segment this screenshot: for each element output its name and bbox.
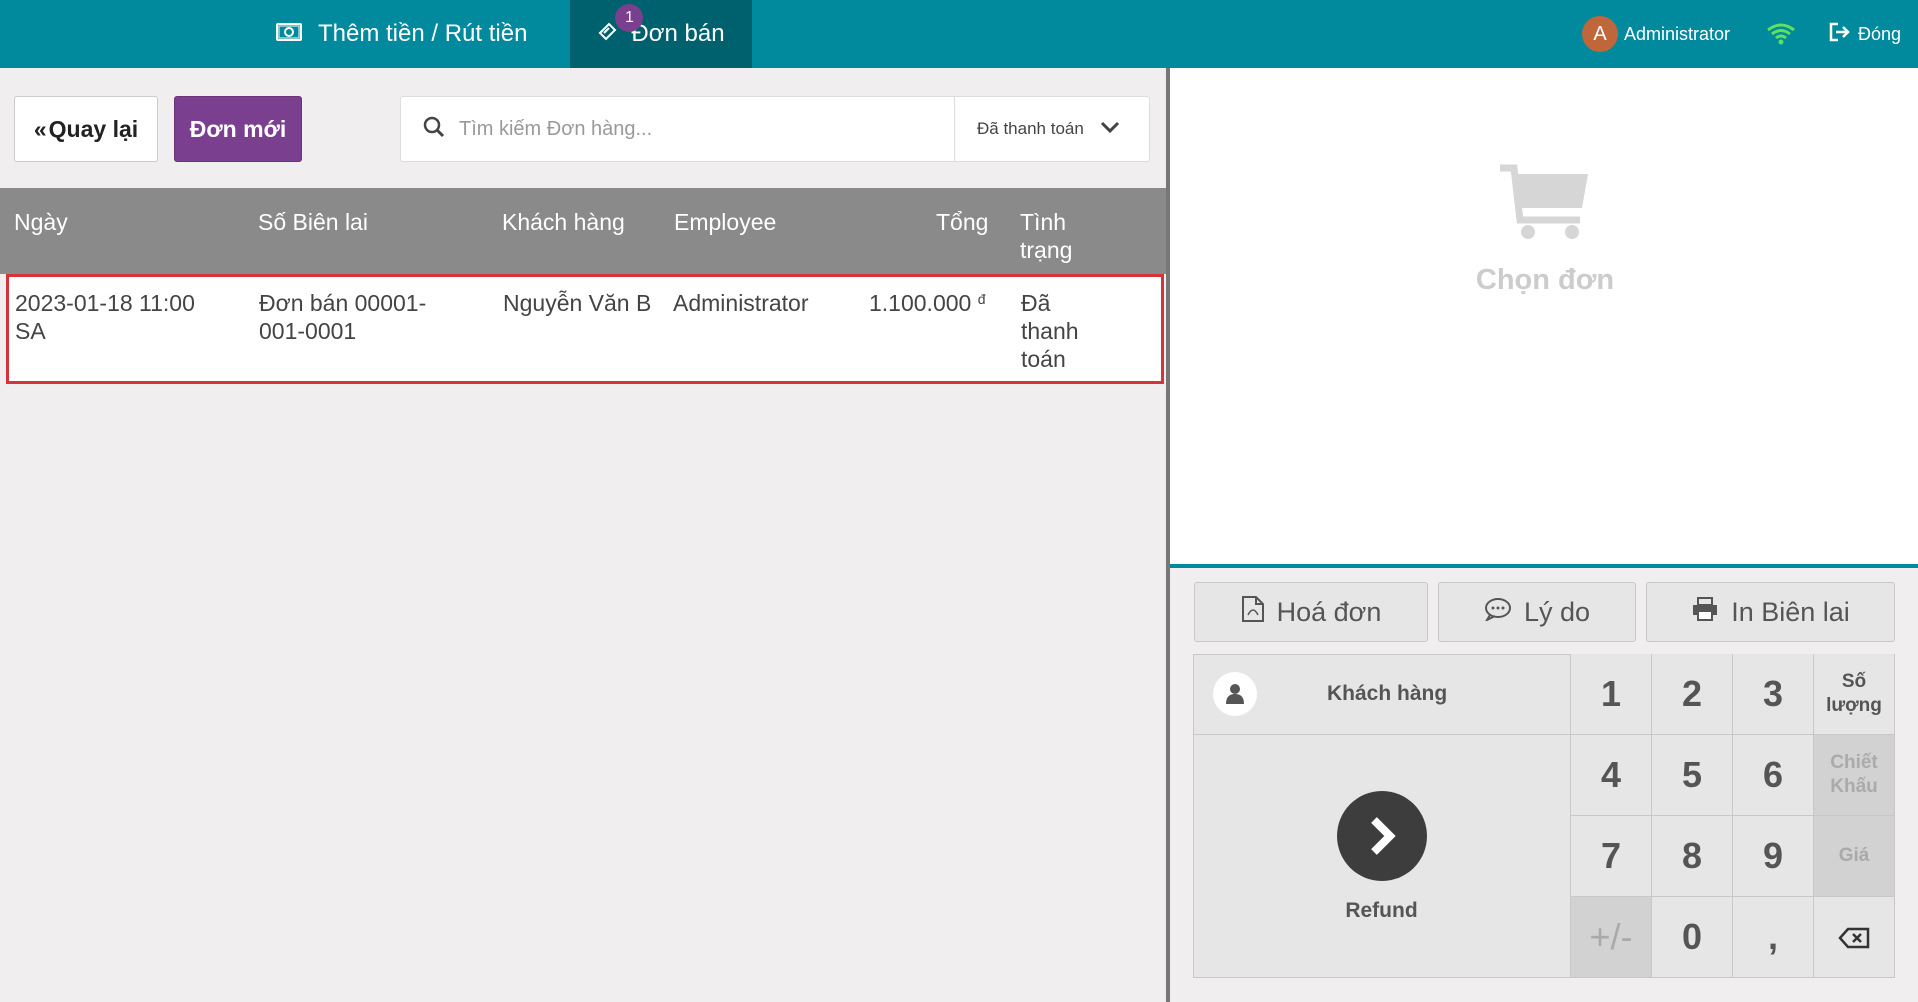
order-detail-pane bbox=[1170, 68, 1918, 564]
customer-button[interactable]: Khách hàng bbox=[1193, 654, 1571, 735]
backspace-button[interactable] bbox=[1814, 897, 1895, 978]
numpad-key-1[interactable]: 1 bbox=[1571, 654, 1652, 735]
orders-count-badge: 1 bbox=[615, 3, 644, 32]
avatar: A bbox=[1582, 16, 1618, 52]
column-header-total: Tổng bbox=[936, 209, 989, 235]
search-input[interactable] bbox=[459, 117, 954, 141]
orders-tab-label: Đơn bán bbox=[631, 20, 725, 47]
numpad-key-8[interactable]: 8 bbox=[1652, 816, 1733, 897]
search-icon bbox=[423, 116, 445, 143]
order-date: 2023-01-18 11:00 SA bbox=[15, 290, 195, 344]
shopping-cart-icon bbox=[1498, 164, 1592, 247]
order-employee: Administrator bbox=[673, 290, 809, 316]
search-bar: Đã thanh toán bbox=[400, 96, 1150, 162]
orders-list-pane: « Quay lại Đơn mới Đã thanh toán Ngày Số… bbox=[0, 68, 1166, 1002]
order-customer: Nguyễn Văn B bbox=[503, 290, 652, 316]
new-order-label: Đơn mới bbox=[189, 115, 287, 142]
user-menu[interactable]: A Administrator bbox=[1582, 0, 1730, 68]
invoice-button[interactable]: Hoá đơn bbox=[1194, 582, 1428, 642]
back-button[interactable]: « Quay lại bbox=[14, 96, 158, 162]
numpad-key-4[interactable]: 4 bbox=[1571, 735, 1652, 816]
quantity-mode-button[interactable]: Số lượng bbox=[1814, 654, 1895, 735]
chevron-right-icon bbox=[1336, 790, 1427, 881]
numpad-key-2[interactable]: 2 bbox=[1652, 654, 1733, 735]
close-label: Đóng bbox=[1858, 23, 1902, 44]
numpad-key-6[interactable]: 6 bbox=[1733, 735, 1814, 816]
currency-symbol: đ bbox=[977, 291, 986, 307]
status-filter-value: Đã thanh toán bbox=[977, 119, 1084, 138]
column-header-receipt: Số Biên lai bbox=[258, 209, 368, 235]
pdf-file-icon bbox=[1241, 595, 1265, 630]
close-button[interactable]: Đóng bbox=[1828, 0, 1901, 68]
numpad-key-3[interactable]: 3 bbox=[1733, 654, 1814, 735]
numpad-key-0[interactable]: 0 bbox=[1652, 897, 1733, 978]
order-total: 1.100.000 đ bbox=[869, 289, 986, 317]
refund-label: Refund bbox=[1345, 898, 1418, 922]
column-header-customer: Khách hàng bbox=[502, 209, 625, 235]
ticket-icon: 1 bbox=[597, 3, 644, 49]
numpad-key-sign[interactable]: +/- bbox=[1571, 897, 1652, 978]
wifi-icon[interactable] bbox=[1766, 0, 1796, 68]
chevron-down-icon bbox=[1100, 119, 1120, 139]
order-receipt-number: Đơn bán 00001-001-0001 bbox=[259, 290, 427, 344]
print-receipt-label: In Biên lai bbox=[1731, 596, 1850, 627]
double-chevron-left-icon: « bbox=[33, 115, 47, 142]
order-total-amount: 1.100.000 bbox=[869, 290, 972, 316]
numpad-key-comma[interactable]: , bbox=[1733, 897, 1814, 978]
customer-label: Khách hàng bbox=[1327, 682, 1448, 705]
orders-tab[interactable]: 1 Đơn bán bbox=[570, 0, 752, 68]
refund-button[interactable]: Refund bbox=[1193, 735, 1571, 978]
comment-icon bbox=[1484, 597, 1512, 628]
table-header: Ngày Số Biên lai Khách hàng Employee Tổn… bbox=[0, 188, 1166, 274]
back-label: Quay lại bbox=[48, 115, 139, 142]
cash-in-out-label: Thêm tiền / Rút tiền bbox=[318, 20, 528, 47]
reason-label: Lý do bbox=[1523, 596, 1591, 627]
printer-icon bbox=[1691, 596, 1719, 628]
money-icon bbox=[276, 20, 302, 48]
order-status: Đã thanh toán bbox=[1021, 290, 1079, 372]
top-bar: Thêm tiền / Rút tiền 1 Đơn bán A Adminis… bbox=[0, 0, 1918, 68]
discount-mode-button[interactable]: Chiết Khấu bbox=[1814, 735, 1895, 816]
price-mode-button[interactable]: Giá bbox=[1814, 816, 1895, 897]
table-row[interactable]: 2023-01-18 11:00 SA Đơn bán 00001-001-00… bbox=[6, 274, 1164, 384]
print-receipt-button[interactable]: In Biên lai bbox=[1646, 582, 1895, 642]
sign-out-icon bbox=[1828, 22, 1852, 47]
numpad-key-5[interactable]: 5 bbox=[1652, 735, 1733, 816]
column-header-status: Tình trạng bbox=[1020, 209, 1073, 263]
user-name: Administrator bbox=[1624, 23, 1731, 44]
user-icon bbox=[1213, 672, 1257, 716]
column-header-date: Ngày bbox=[14, 209, 68, 235]
invoice-label: Hoá đơn bbox=[1276, 596, 1382, 627]
new-order-button[interactable]: Đơn mới bbox=[174, 96, 302, 162]
reason-button[interactable]: Lý do bbox=[1438, 582, 1636, 642]
cash-in-out-button[interactable]: Thêm tiền / Rút tiền bbox=[276, 0, 527, 68]
status-filter-dropdown[interactable]: Đã thanh toán bbox=[954, 97, 1149, 161]
numpad-key-7[interactable]: 7 bbox=[1571, 816, 1652, 897]
empty-selection-label: Chọn đơn bbox=[1475, 264, 1615, 296]
column-header-employee: Employee bbox=[674, 209, 777, 235]
backspace-icon bbox=[1838, 916, 1870, 958]
numpad-key-9[interactable]: 9 bbox=[1733, 816, 1814, 897]
